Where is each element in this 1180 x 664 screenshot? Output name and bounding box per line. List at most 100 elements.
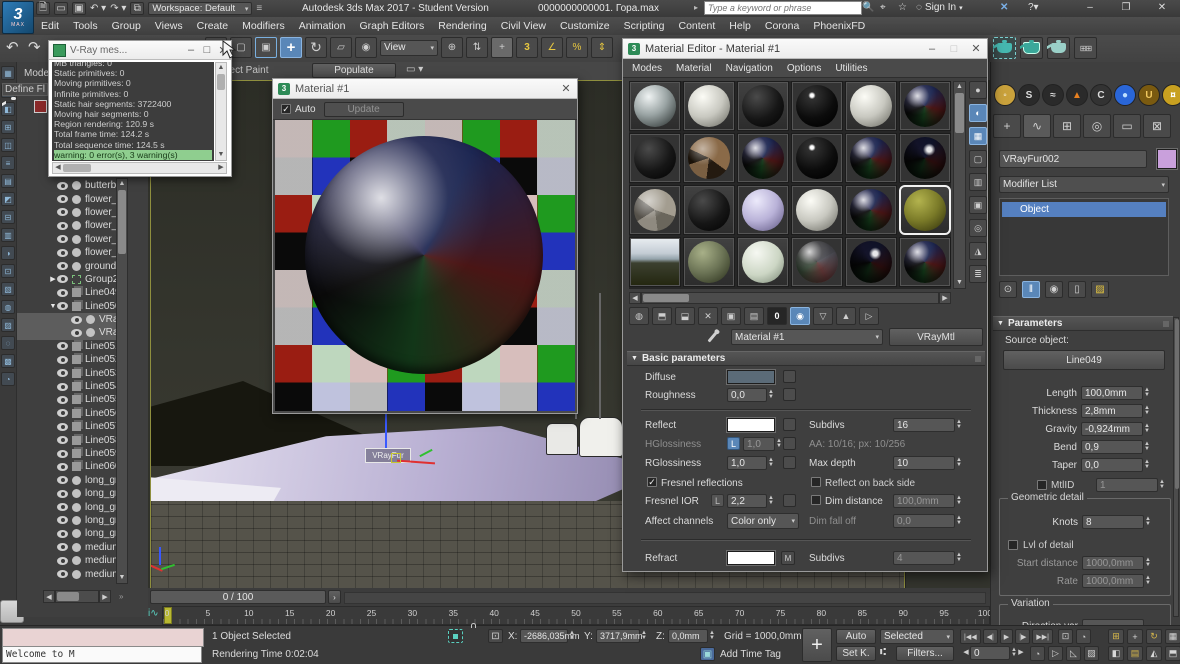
max-logo[interactable]: 3 MAX	[2, 1, 34, 34]
listener-field[interactable]: Welcome to M	[2, 646, 202, 663]
dim-distance-spinner[interactable]: ▲▼	[956, 496, 962, 506]
select-and-manipulate-icon[interactable]: ⇅	[466, 37, 488, 58]
object-name[interactable]: long_gra	[85, 528, 116, 539]
visibility-eye-icon[interactable]	[57, 476, 68, 484]
left-tool-icon-10[interactable]: ▥	[1, 228, 15, 242]
spinner-snap-icon[interactable]: ⇕	[591, 37, 613, 58]
left-tool-icon-17[interactable]: ▩	[1, 354, 15, 368]
source-object-button[interactable]: Line049	[1003, 350, 1165, 370]
visibility-eye-icon[interactable]	[57, 208, 68, 216]
left-tool-icon-9[interactable]: ⊟	[1, 210, 15, 224]
sign-in-button[interactable]: ◌Sign In▾	[916, 2, 963, 13]
object-name[interactable]: Group25	[85, 274, 116, 285]
search-input[interactable]	[704, 1, 862, 15]
render-setup-button[interactable]	[993, 37, 1016, 59]
param-spinner[interactable]: ▲▼	[1144, 388, 1150, 398]
param-field-length[interactable]: 100,0mm	[1081, 386, 1143, 400]
visibility-eye-icon[interactable]	[57, 262, 68, 270]
percent-snap-icon[interactable]: %	[566, 37, 588, 58]
explorer-row-long_gra[interactable]: long_gra	[17, 514, 116, 527]
explorer-row-Line050[interactable]: ▼Line050	[17, 300, 116, 313]
sample-slot-12[interactable]	[899, 133, 951, 183]
object-name[interactable]: flower_v	[85, 220, 116, 231]
sample-slot-8[interactable]	[683, 133, 735, 183]
sample-slot-14[interactable]	[683, 185, 735, 235]
search-icon[interactable]: 🔍	[862, 2, 874, 13]
plugin-icon-1[interactable]: ◦	[994, 84, 1016, 106]
person-icon[interactable]: ◺	[1066, 646, 1081, 661]
sample-slot-5[interactable]	[845, 81, 897, 131]
plugin-icon-6[interactable]: ●	[1114, 84, 1136, 106]
visibility-eye-icon[interactable]	[57, 249, 68, 257]
select-and-scale-icon[interactable]: ▱	[330, 37, 352, 58]
visibility-eye-icon[interactable]	[57, 342, 68, 350]
rglossiness-spinner[interactable]: ▲▼	[768, 458, 774, 468]
explorer-row-Line055[interactable]: Line055	[17, 393, 116, 406]
hglossiness-spinner[interactable]: ▲▼	[776, 439, 782, 449]
object-name[interactable]: long_gra	[85, 488, 116, 499]
image-icon[interactable]: ▨	[1084, 646, 1099, 661]
isolate-plus-button[interactable]: +	[802, 628, 832, 662]
x-coord-field[interactable]: -2686,035mm	[520, 629, 568, 643]
visibility-eye-icon[interactable]	[57, 235, 68, 243]
time-slider-next-button[interactable]: ›	[328, 590, 341, 604]
explorer-row-Line051[interactable]: Line051	[17, 340, 116, 353]
me-menu-navigation[interactable]: Navigation	[719, 61, 780, 76]
visibility-eye-icon[interactable]	[57, 396, 68, 404]
make-unique-icon[interactable]: ◉	[1045, 281, 1063, 298]
sample-slot-21[interactable]	[737, 237, 789, 287]
object-name[interactable]: Line059	[85, 448, 116, 459]
visibility-eye-icon[interactable]	[57, 289, 68, 297]
key-filters-icon[interactable]: ⑆	[880, 647, 886, 658]
sample-slot-22[interactable]	[791, 237, 843, 287]
sample-slot-18[interactable]	[899, 185, 951, 235]
show-map-in-viewport-icon[interactable]: ◉	[790, 307, 810, 325]
reflect-back-side-checkbox[interactable]	[811, 477, 821, 487]
object-name[interactable]: medium_	[85, 555, 116, 566]
mtlid-field[interactable]: 1	[1096, 478, 1158, 492]
object-name[interactable]: Line053	[85, 368, 116, 379]
explorer-row-Line059[interactable]: Line059	[17, 447, 116, 460]
hglossiness-field[interactable]: 1,0	[743, 437, 775, 451]
object-name[interactable]: medium_	[85, 569, 116, 580]
tab-utilities[interactable]: ⊠	[1143, 114, 1171, 138]
refract-map-button[interactable]: M	[781, 551, 795, 565]
toolbar-overflow-icon[interactable]: ≡	[256, 3, 262, 14]
search-collapse-icon[interactable]: ▸	[694, 3, 698, 12]
rglossiness-field[interactable]: 1,0	[727, 456, 767, 470]
select-and-place-icon[interactable]: ◉	[355, 37, 377, 58]
show-end-result-icon[interactable]: ‖	[1022, 281, 1040, 298]
reset-map-icon[interactable]: ✕	[698, 307, 718, 325]
object-name[interactable]: Line058	[85, 435, 116, 446]
command-panel-scrollbar[interactable]	[1173, 317, 1179, 617]
plugin-icon-8[interactable]: ¤	[1162, 84, 1180, 106]
menu-edit[interactable]: Edit	[34, 18, 66, 34]
sample-slot-7[interactable]	[629, 133, 681, 183]
explorer-row-long_gra[interactable]: long_gra	[17, 500, 116, 513]
me-close-button[interactable]: ✕	[965, 42, 987, 55]
roughness-field[interactable]: 0,0	[727, 388, 767, 402]
expand-icon[interactable]: ▼	[49, 303, 57, 310]
track-bar-strip[interactable]	[344, 592, 986, 604]
rate-spinner[interactable]: ▲▼	[1145, 576, 1151, 586]
material-id-icon[interactable]: 0	[767, 307, 787, 325]
visibility-eye-icon[interactable]	[57, 436, 68, 444]
explorer-row-Line052[interactable]: Line052	[17, 353, 116, 366]
menu-content[interactable]: Content	[671, 18, 722, 34]
new-file-button[interactable]: 🗎	[36, 2, 50, 15]
visibility-eye-icon[interactable]	[57, 516, 68, 524]
param-spinner[interactable]: ▲▼	[1144, 424, 1150, 434]
explorer-row-long_gra[interactable]: long_gra	[17, 474, 116, 487]
material-name-dropdown[interactable]: Material #1▾	[731, 329, 883, 345]
material-type-button[interactable]: VRayMtl	[889, 328, 983, 346]
render-grid-button[interactable]: ⊞⊞	[1074, 37, 1097, 59]
me-menu-modes[interactable]: Modes	[625, 61, 669, 76]
explorer-row-medium_[interactable]: medium_	[17, 541, 116, 554]
plugin-icon-2[interactable]: S	[1018, 84, 1040, 106]
explorer-row-ground[interactable]: ground	[17, 259, 116, 272]
time-slider[interactable]: 0 / 100	[150, 590, 326, 604]
start-distance-field[interactable]: 1000,0mm	[1082, 556, 1144, 570]
visibility-eye-icon[interactable]	[57, 450, 68, 458]
visibility-eye-icon[interactable]	[57, 356, 68, 364]
me-menu-utilities[interactable]: Utilities	[828, 61, 874, 76]
